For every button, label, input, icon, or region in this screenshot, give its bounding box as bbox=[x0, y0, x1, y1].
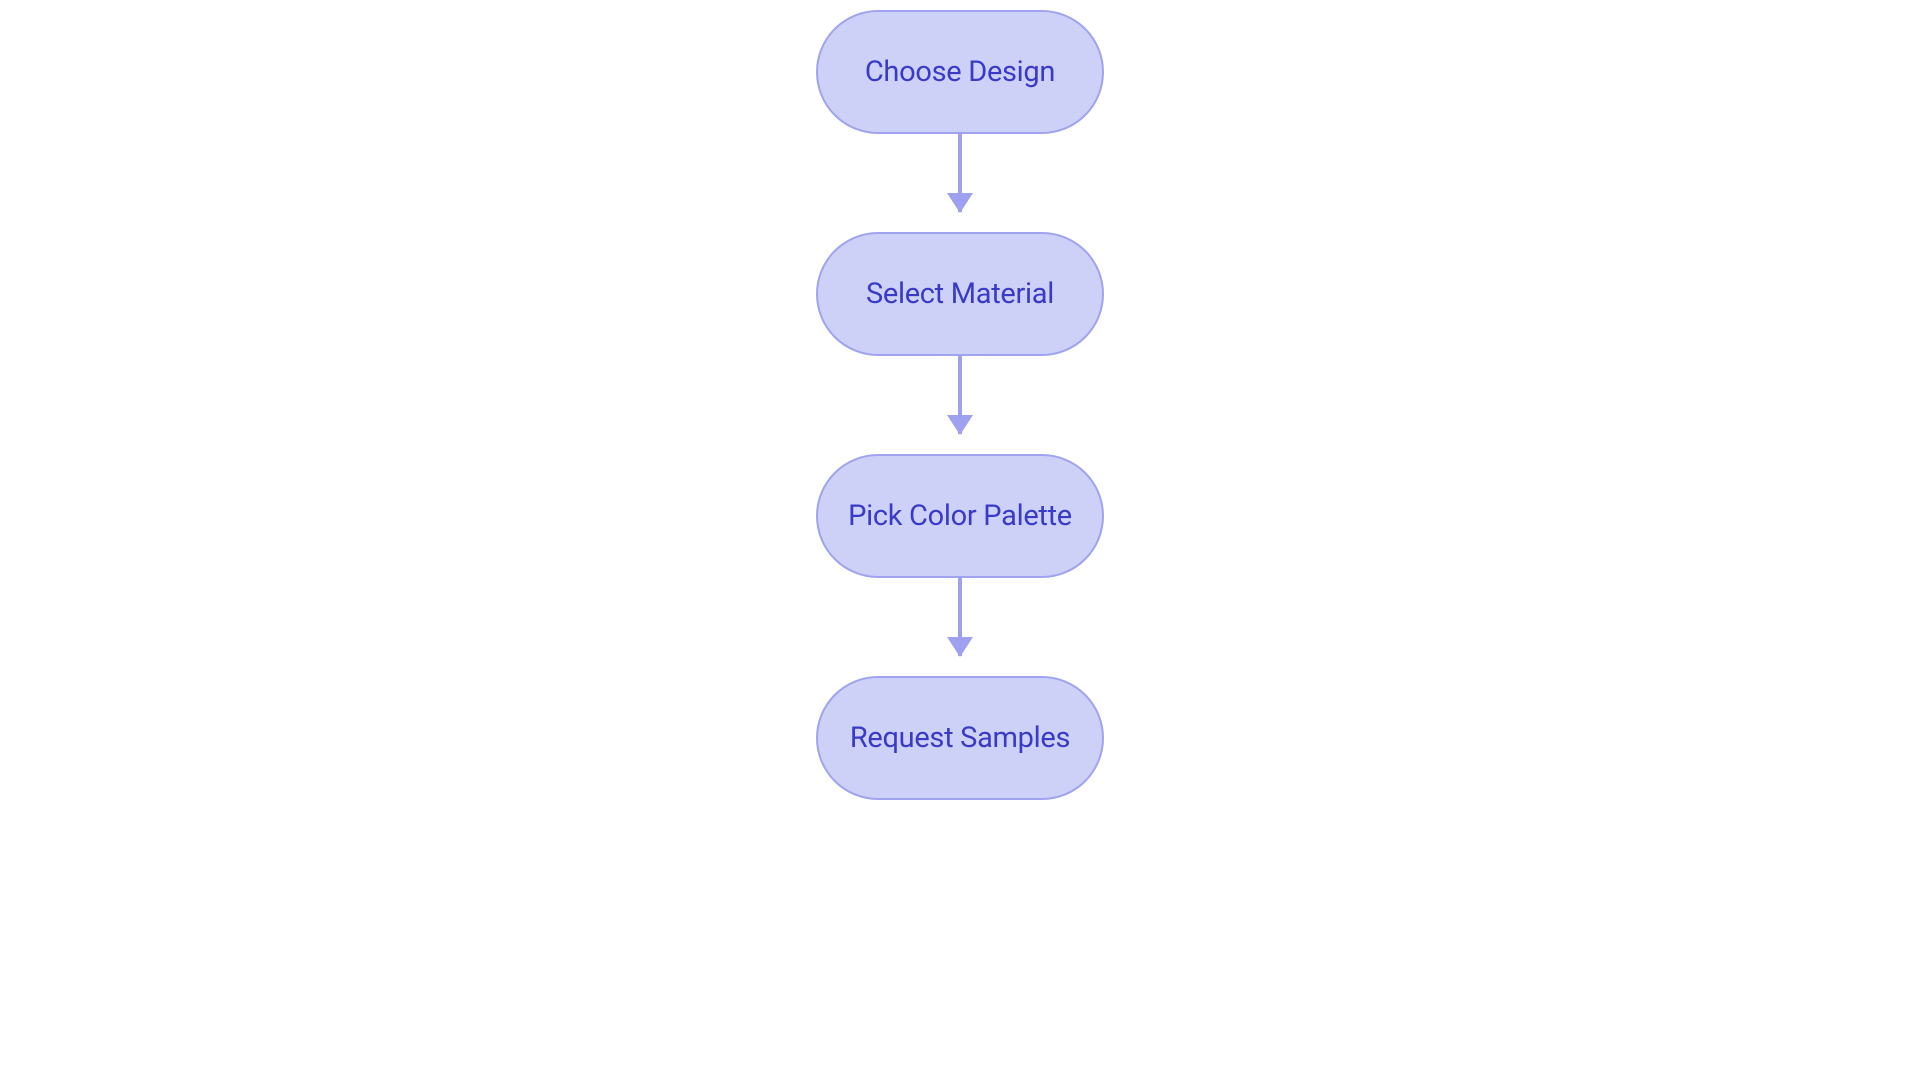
flowchart-node-pick-color-palette: Pick Color Palette bbox=[816, 454, 1104, 578]
arrow-down-icon bbox=[947, 415, 973, 435]
flowchart-node-select-material: Select Material bbox=[816, 232, 1104, 356]
node-label: Request Samples bbox=[850, 721, 1070, 755]
flowchart-arrow bbox=[958, 578, 962, 656]
node-label: Select Material bbox=[866, 277, 1054, 311]
flowchart-node-request-samples: Request Samples bbox=[816, 676, 1104, 800]
node-label: Choose Design bbox=[865, 55, 1055, 89]
flowchart-arrow bbox=[958, 356, 962, 434]
flowchart-container: Choose Design Select Material Pick Color… bbox=[816, 10, 1104, 800]
flowchart-node-choose-design: Choose Design bbox=[816, 10, 1104, 134]
node-label: Pick Color Palette bbox=[848, 499, 1072, 533]
arrow-down-icon bbox=[947, 193, 973, 213]
arrow-down-icon bbox=[947, 637, 973, 657]
flowchart-arrow bbox=[958, 134, 962, 212]
